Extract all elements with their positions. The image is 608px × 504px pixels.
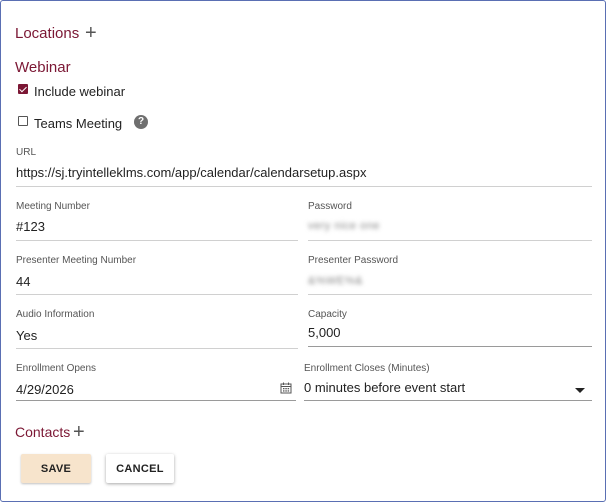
audio-information-underline bbox=[16, 348, 298, 349]
audio-information-label: Audio Information bbox=[16, 309, 95, 320]
presenter-password-label: Presenter Password bbox=[308, 255, 399, 266]
password-label: Password bbox=[308, 201, 352, 212]
cancel-button[interactable]: CANCEL bbox=[106, 454, 174, 483]
presenter-password-underline bbox=[308, 294, 592, 295]
presenter-password-field[interactable]: &%WE%& bbox=[308, 275, 363, 287]
teams-meeting-label[interactable]: Teams Meeting bbox=[34, 116, 122, 131]
question-circle-icon[interactable]: ? bbox=[134, 115, 148, 129]
url-label: URL bbox=[16, 147, 37, 158]
add-location-plus-icon[interactable]: + bbox=[85, 23, 97, 43]
enrollment-closes-label: Enrollment Closes (Minutes) bbox=[304, 363, 430, 374]
enrollment-closes-select[interactable]: 0 minutes before event start bbox=[304, 380, 465, 395]
presenter-meeting-number-underline bbox=[16, 294, 298, 295]
meeting-number-label: Meeting Number bbox=[16, 201, 90, 212]
enrollment-opens-label: Enrollment Opens bbox=[16, 363, 97, 374]
capacity-underline bbox=[308, 346, 592, 347]
webinar-title: Webinar bbox=[15, 59, 71, 76]
include-webinar-label[interactable]: Include webinar bbox=[34, 84, 125, 99]
password-underline bbox=[308, 240, 592, 241]
url-underline bbox=[16, 186, 592, 187]
add-contact-plus-icon[interactable]: + bbox=[73, 422, 85, 442]
contacts-title: Contacts bbox=[15, 424, 71, 440]
password-field[interactable]: very nice one bbox=[308, 220, 380, 232]
teams-meeting-checkbox[interactable] bbox=[18, 116, 28, 126]
include-webinar-checkbox[interactable] bbox=[18, 84, 28, 94]
meeting-number-field[interactable]: #123 bbox=[16, 219, 45, 234]
enrollment-opens-field[interactable]: 4/29/2026 bbox=[16, 382, 74, 397]
url-field[interactable]: https://sj.tryintelleklms.com/app/calend… bbox=[16, 165, 366, 180]
save-button[interactable]: SAVE bbox=[21, 454, 91, 483]
meeting-number-underline bbox=[16, 240, 298, 241]
locations-title: Locations bbox=[15, 25, 80, 42]
audio-information-field[interactable]: Yes bbox=[16, 328, 37, 343]
calendar-icon[interactable] bbox=[280, 382, 292, 394]
enrollment-closes-underline bbox=[304, 400, 592, 401]
presenter-meeting-number-field[interactable]: 44 bbox=[16, 274, 30, 289]
presenter-meeting-number-label: Presenter Meeting Number bbox=[16, 255, 137, 266]
form-container bbox=[0, 0, 606, 502]
capacity-label: Capacity bbox=[308, 309, 347, 320]
capacity-field[interactable]: 5,000 bbox=[308, 325, 341, 340]
enrollment-opens-underline bbox=[16, 400, 296, 401]
caret-down-icon[interactable] bbox=[575, 388, 585, 393]
